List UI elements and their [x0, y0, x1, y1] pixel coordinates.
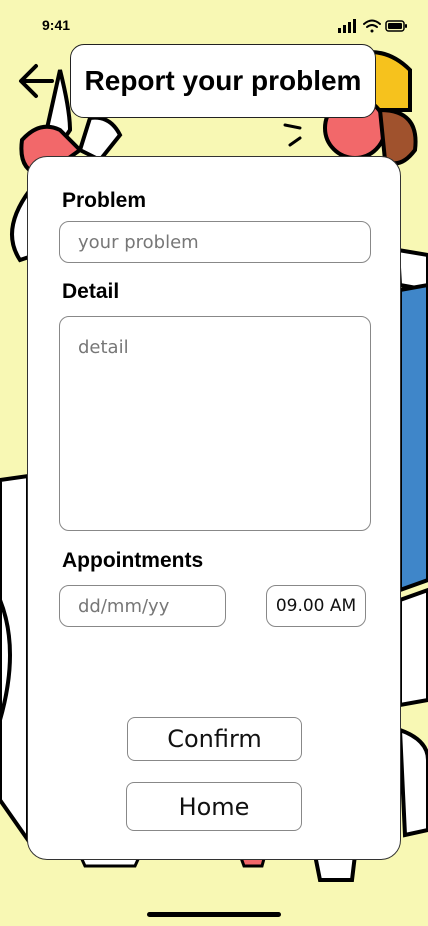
report-form-card: Problem your problem Detail detail Appoi… [27, 156, 401, 860]
cellular-signal-icon [338, 19, 356, 33]
home-button[interactable]: Home [126, 782, 302, 831]
confirm-button[interactable]: Confirm [127, 717, 302, 761]
detail-label: Detail [62, 280, 120, 303]
date-input[interactable]: dd/mm/yy [59, 585, 226, 627]
time-input[interactable]: 09.00 AM [266, 585, 366, 627]
confirm-button-label: Confirm [167, 725, 262, 753]
time-input-value: 09.00 AM [275, 596, 357, 616]
home-button-label: Home [178, 792, 250, 821]
home-indicator [147, 912, 281, 917]
page-title: Report your problem [70, 44, 376, 118]
battery-icon [385, 20, 407, 32]
problem-input[interactable]: your problem [59, 221, 371, 263]
status-icons [338, 19, 407, 33]
detail-textarea[interactable]: detail [59, 316, 371, 531]
appointments-label: Appointments [62, 549, 204, 572]
problem-label: Problem [62, 189, 147, 212]
date-input-placeholder: dd/mm/yy [78, 595, 170, 617]
detail-textarea-placeholder: detail [78, 337, 129, 358]
status-time: 9:41 [42, 17, 71, 33]
back-arrow-icon[interactable] [14, 58, 60, 104]
status-bar: 9:41 [0, 0, 428, 50]
problem-input-placeholder: your problem [78, 231, 199, 253]
wifi-icon [363, 19, 381, 33]
